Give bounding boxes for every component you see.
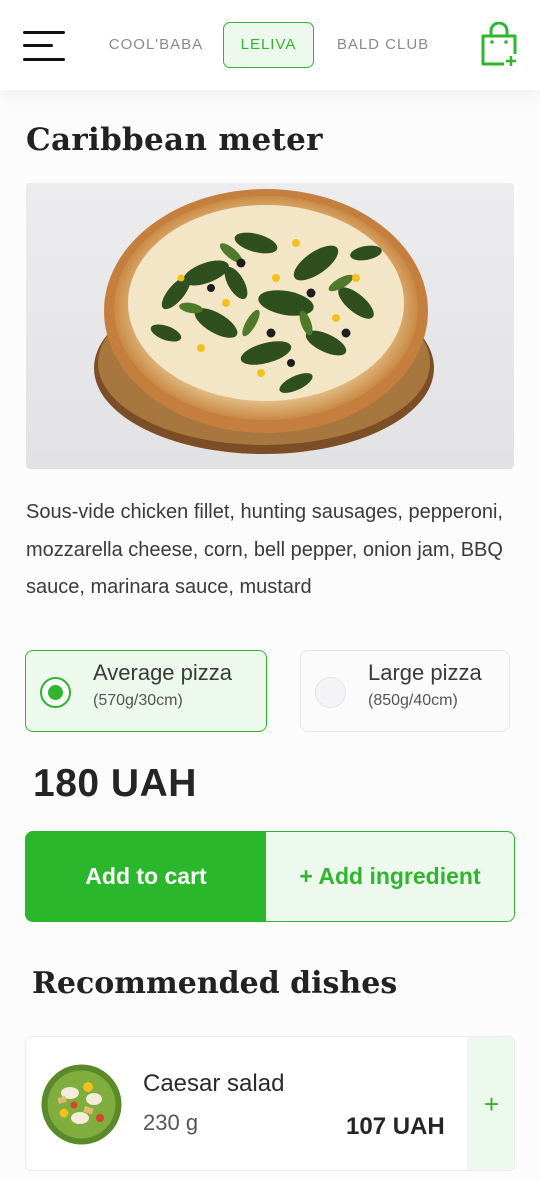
hamburger-menu-icon[interactable] (23, 31, 65, 63)
size-option-name: Large pizza (368, 660, 482, 685)
product-title: Caribbean meter (26, 122, 323, 158)
product-image (26, 183, 514, 469)
add-to-cart-button[interactable]: Add to cart (25, 831, 267, 922)
size-option-large[interactable]: Large pizza (850g/40cm) (300, 650, 510, 732)
radio-selected-icon[interactable] (40, 677, 71, 708)
top-header: COOL'BABA LELIVA BALD CLUB (0, 0, 540, 90)
size-option-name: Average pizza (93, 660, 233, 685)
recommended-item-price: 107 UAH (346, 1113, 445, 1140)
brand-tab-bald-club[interactable]: BALD CLUB (330, 22, 436, 68)
add-ingredient-button[interactable]: + Add ingredient (266, 831, 515, 922)
add-recommended-button[interactable]: + (467, 1037, 514, 1170)
recommended-item-weight: 230 g (143, 1110, 199, 1135)
recommended-title: Recommended dishes (32, 966, 398, 1001)
recommended-item-card[interactable]: Caesar salad 230 g 107 UAH + (25, 1036, 515, 1171)
brand-tab-leliva[interactable]: LELIVA (223, 22, 314, 68)
brand-tab-coolbaba[interactable]: COOL'BABA (100, 22, 212, 68)
product-description: Sous-vide chicken fillet, hunting sausag… (26, 501, 503, 598)
recommended-item-name: Caesar salad (143, 1070, 285, 1097)
size-option-detail: (570g/30cm) (93, 692, 183, 709)
caesar-salad-image (40, 1063, 123, 1146)
shopping-bag-add-icon[interactable] (478, 21, 520, 68)
radio-unselected-icon[interactable] (315, 677, 346, 708)
size-option-detail: (850g/40cm) (368, 692, 458, 709)
product-price: 180 UAH (33, 762, 197, 805)
size-option-average[interactable]: Average pizza (570g/30cm) (25, 650, 267, 732)
